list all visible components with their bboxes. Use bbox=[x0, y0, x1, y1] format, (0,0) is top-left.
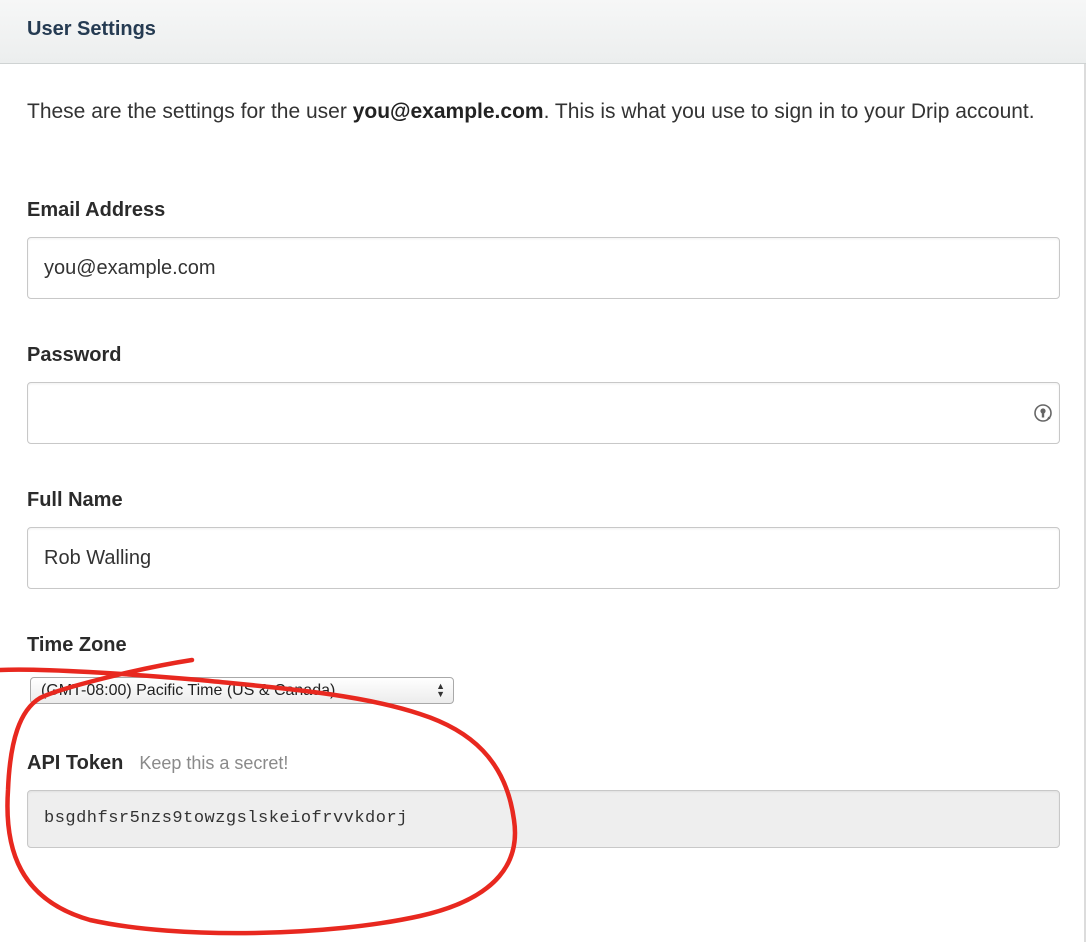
api-token-value: bsgdhfsr5nzs9towzgslskeiofrvvkdorj bbox=[44, 809, 408, 828]
intro-email: you@example.com bbox=[352, 100, 544, 123]
intro-text-after: . This is what you use to sign in to you… bbox=[543, 100, 1035, 123]
settings-header: User Settings bbox=[0, 0, 1086, 64]
password-field[interactable] bbox=[27, 382, 1060, 444]
email-field[interactable]: you@example.com bbox=[27, 237, 1060, 299]
chevron-up-down-icon: ▲ ▼ bbox=[436, 681, 445, 699]
email-field-value: you@example.com bbox=[44, 257, 216, 279]
page-title: User Settings bbox=[27, 18, 156, 40]
time-zone-selected: (GMT-08:00) Pacific Time (US & Canada) bbox=[41, 682, 336, 699]
time-zone-select[interactable]: (GMT-08:00) Pacific Time (US & Canada) ▲… bbox=[30, 677, 454, 704]
email-label: Email Address bbox=[27, 199, 166, 221]
password-label: Password bbox=[27, 344, 122, 366]
time-zone-label: Time Zone bbox=[27, 634, 127, 656]
api-token-hint: Keep this a secret! bbox=[139, 753, 289, 773]
api-token-label: API Token bbox=[27, 752, 124, 774]
intro-text: These are the settings for the user you@… bbox=[27, 95, 1047, 129]
full-name-label: Full Name bbox=[27, 489, 123, 511]
full-name-field[interactable]: Rob Walling bbox=[27, 527, 1060, 589]
password-key-icon[interactable] bbox=[1033, 403, 1053, 423]
api-token-label-row: API Token Keep this a secret! bbox=[27, 752, 288, 775]
intro-text-before: These are the settings for the user bbox=[27, 100, 353, 123]
api-token-field[interactable]: bsgdhfsr5nzs9towzgslskeiofrvvkdorj bbox=[27, 790, 1060, 848]
full-name-field-value: Rob Walling bbox=[44, 547, 152, 569]
user-settings-page: User Settings These are the settings for… bbox=[0, 0, 1086, 942]
